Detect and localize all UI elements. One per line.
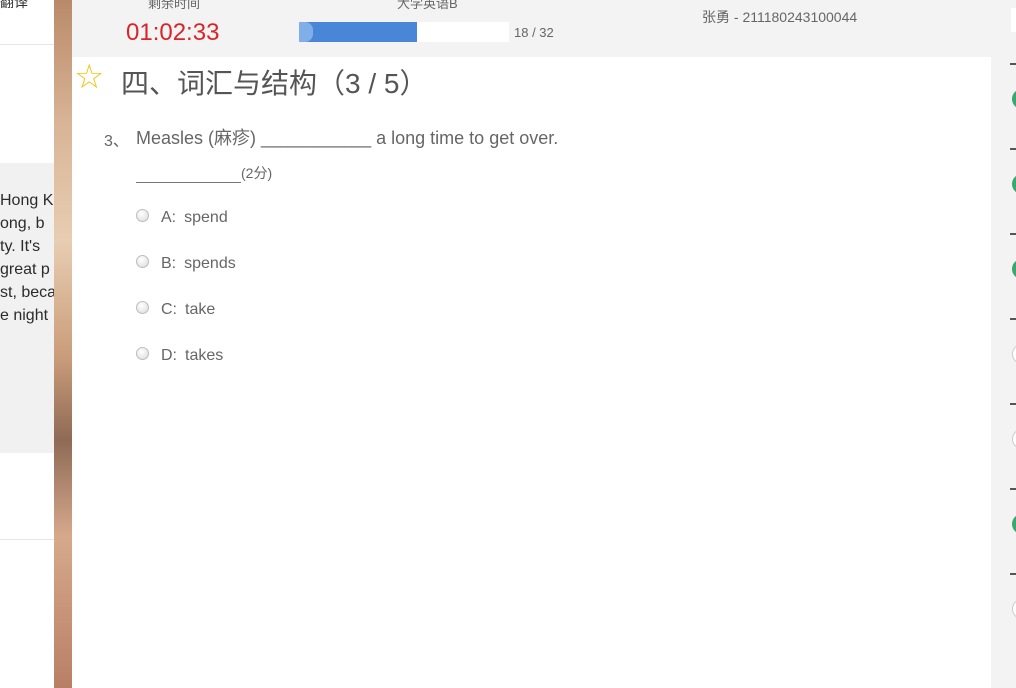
option-text: takes xyxy=(185,347,224,364)
exam-window: 剩余时间 大学英语B 01:02:33 18 / 32 张勇 - 2111802… xyxy=(72,0,1016,688)
countdown-timer: 01:02:33 xyxy=(126,19,220,46)
navigator-item-label xyxy=(1010,63,1016,65)
progress-count: 18 / 32 xyxy=(514,25,554,40)
question-navigator xyxy=(991,0,1016,688)
navigator-question-answered[interactable] xyxy=(1012,259,1016,279)
background-window: 翻译 Hong K ong, b ty. It's great p st, be… xyxy=(0,0,54,688)
question-score-line: (2分) xyxy=(136,163,272,183)
question-number: 3、 xyxy=(104,133,129,150)
navigator-item-label xyxy=(1010,318,1016,320)
student-info: 张勇 - 211180243100044 xyxy=(702,9,858,25)
question-text: Measles (麻疹) ___________ a long time to … xyxy=(136,128,559,148)
radio-unchecked-icon[interactable] xyxy=(136,208,149,222)
option-letter: A: xyxy=(161,209,177,226)
question-score: (2分) xyxy=(241,165,273,181)
radio-unchecked-icon[interactable] xyxy=(136,300,149,314)
passage-line: great p xyxy=(0,261,50,278)
answer-blank xyxy=(136,164,241,183)
option-text: spend xyxy=(184,209,228,226)
navigator-question-answered[interactable] xyxy=(1012,174,1016,194)
passage-line: ong, b xyxy=(0,215,45,232)
background-passage: Hong K ong, b ty. It's great p st, beca … xyxy=(0,189,54,327)
option-letter: C: xyxy=(161,301,177,318)
option-a[interactable]: A: spend xyxy=(136,207,228,229)
background-title-fragment: 翻译 xyxy=(0,0,28,10)
option-text: spends xyxy=(184,255,236,272)
passage-line: st, beca xyxy=(0,284,54,301)
progress-bar xyxy=(299,22,509,42)
option-b[interactable]: B: spends xyxy=(136,253,236,275)
option-d[interactable]: D: takes xyxy=(136,345,223,367)
navigator-header xyxy=(1011,8,1016,32)
navigator-item-label xyxy=(1010,573,1016,575)
screen: 翻译 Hong K ong, b ty. It's great p st, be… xyxy=(0,0,1016,688)
navigator-item-label xyxy=(1010,488,1016,490)
star-outline-icon[interactable]: ☆ xyxy=(74,57,104,97)
option-letter: D: xyxy=(161,347,177,364)
option-letter: B: xyxy=(161,255,177,272)
navigator-question-answered[interactable] xyxy=(1012,514,1016,534)
background-photo-strip xyxy=(54,0,72,688)
navigator-question-answered[interactable] xyxy=(1012,89,1016,109)
divider xyxy=(0,44,54,45)
option-c[interactable]: C: take xyxy=(136,299,215,321)
course-label: 大学英语B xyxy=(397,0,458,11)
navigator-item-label xyxy=(1010,148,1016,150)
navigator-item-label xyxy=(1010,403,1016,405)
navigator-question-unanswered[interactable] xyxy=(1012,344,1016,364)
option-text: take xyxy=(185,301,216,318)
navigator-question-unanswered[interactable] xyxy=(1012,429,1016,449)
passage-line: ty. It's xyxy=(0,238,41,255)
section-title: 四、词汇与结构（3 / 5） xyxy=(121,68,428,99)
passage-line: e night xyxy=(0,307,49,324)
time-remaining-label: 剩余时间 xyxy=(148,0,201,11)
question-card: ☆ 四、词汇与结构（3 / 5） 3、 Measles (麻疹) _______… xyxy=(72,57,991,688)
radio-unchecked-icon[interactable] xyxy=(136,254,149,268)
passage-line: Hong K xyxy=(0,192,54,209)
progress-bar-fill xyxy=(299,22,418,42)
navigator-question-unanswered[interactable] xyxy=(1012,599,1016,619)
divider xyxy=(0,539,54,540)
radio-unchecked-icon[interactable] xyxy=(136,346,149,360)
navigator-item-label xyxy=(1010,233,1016,235)
